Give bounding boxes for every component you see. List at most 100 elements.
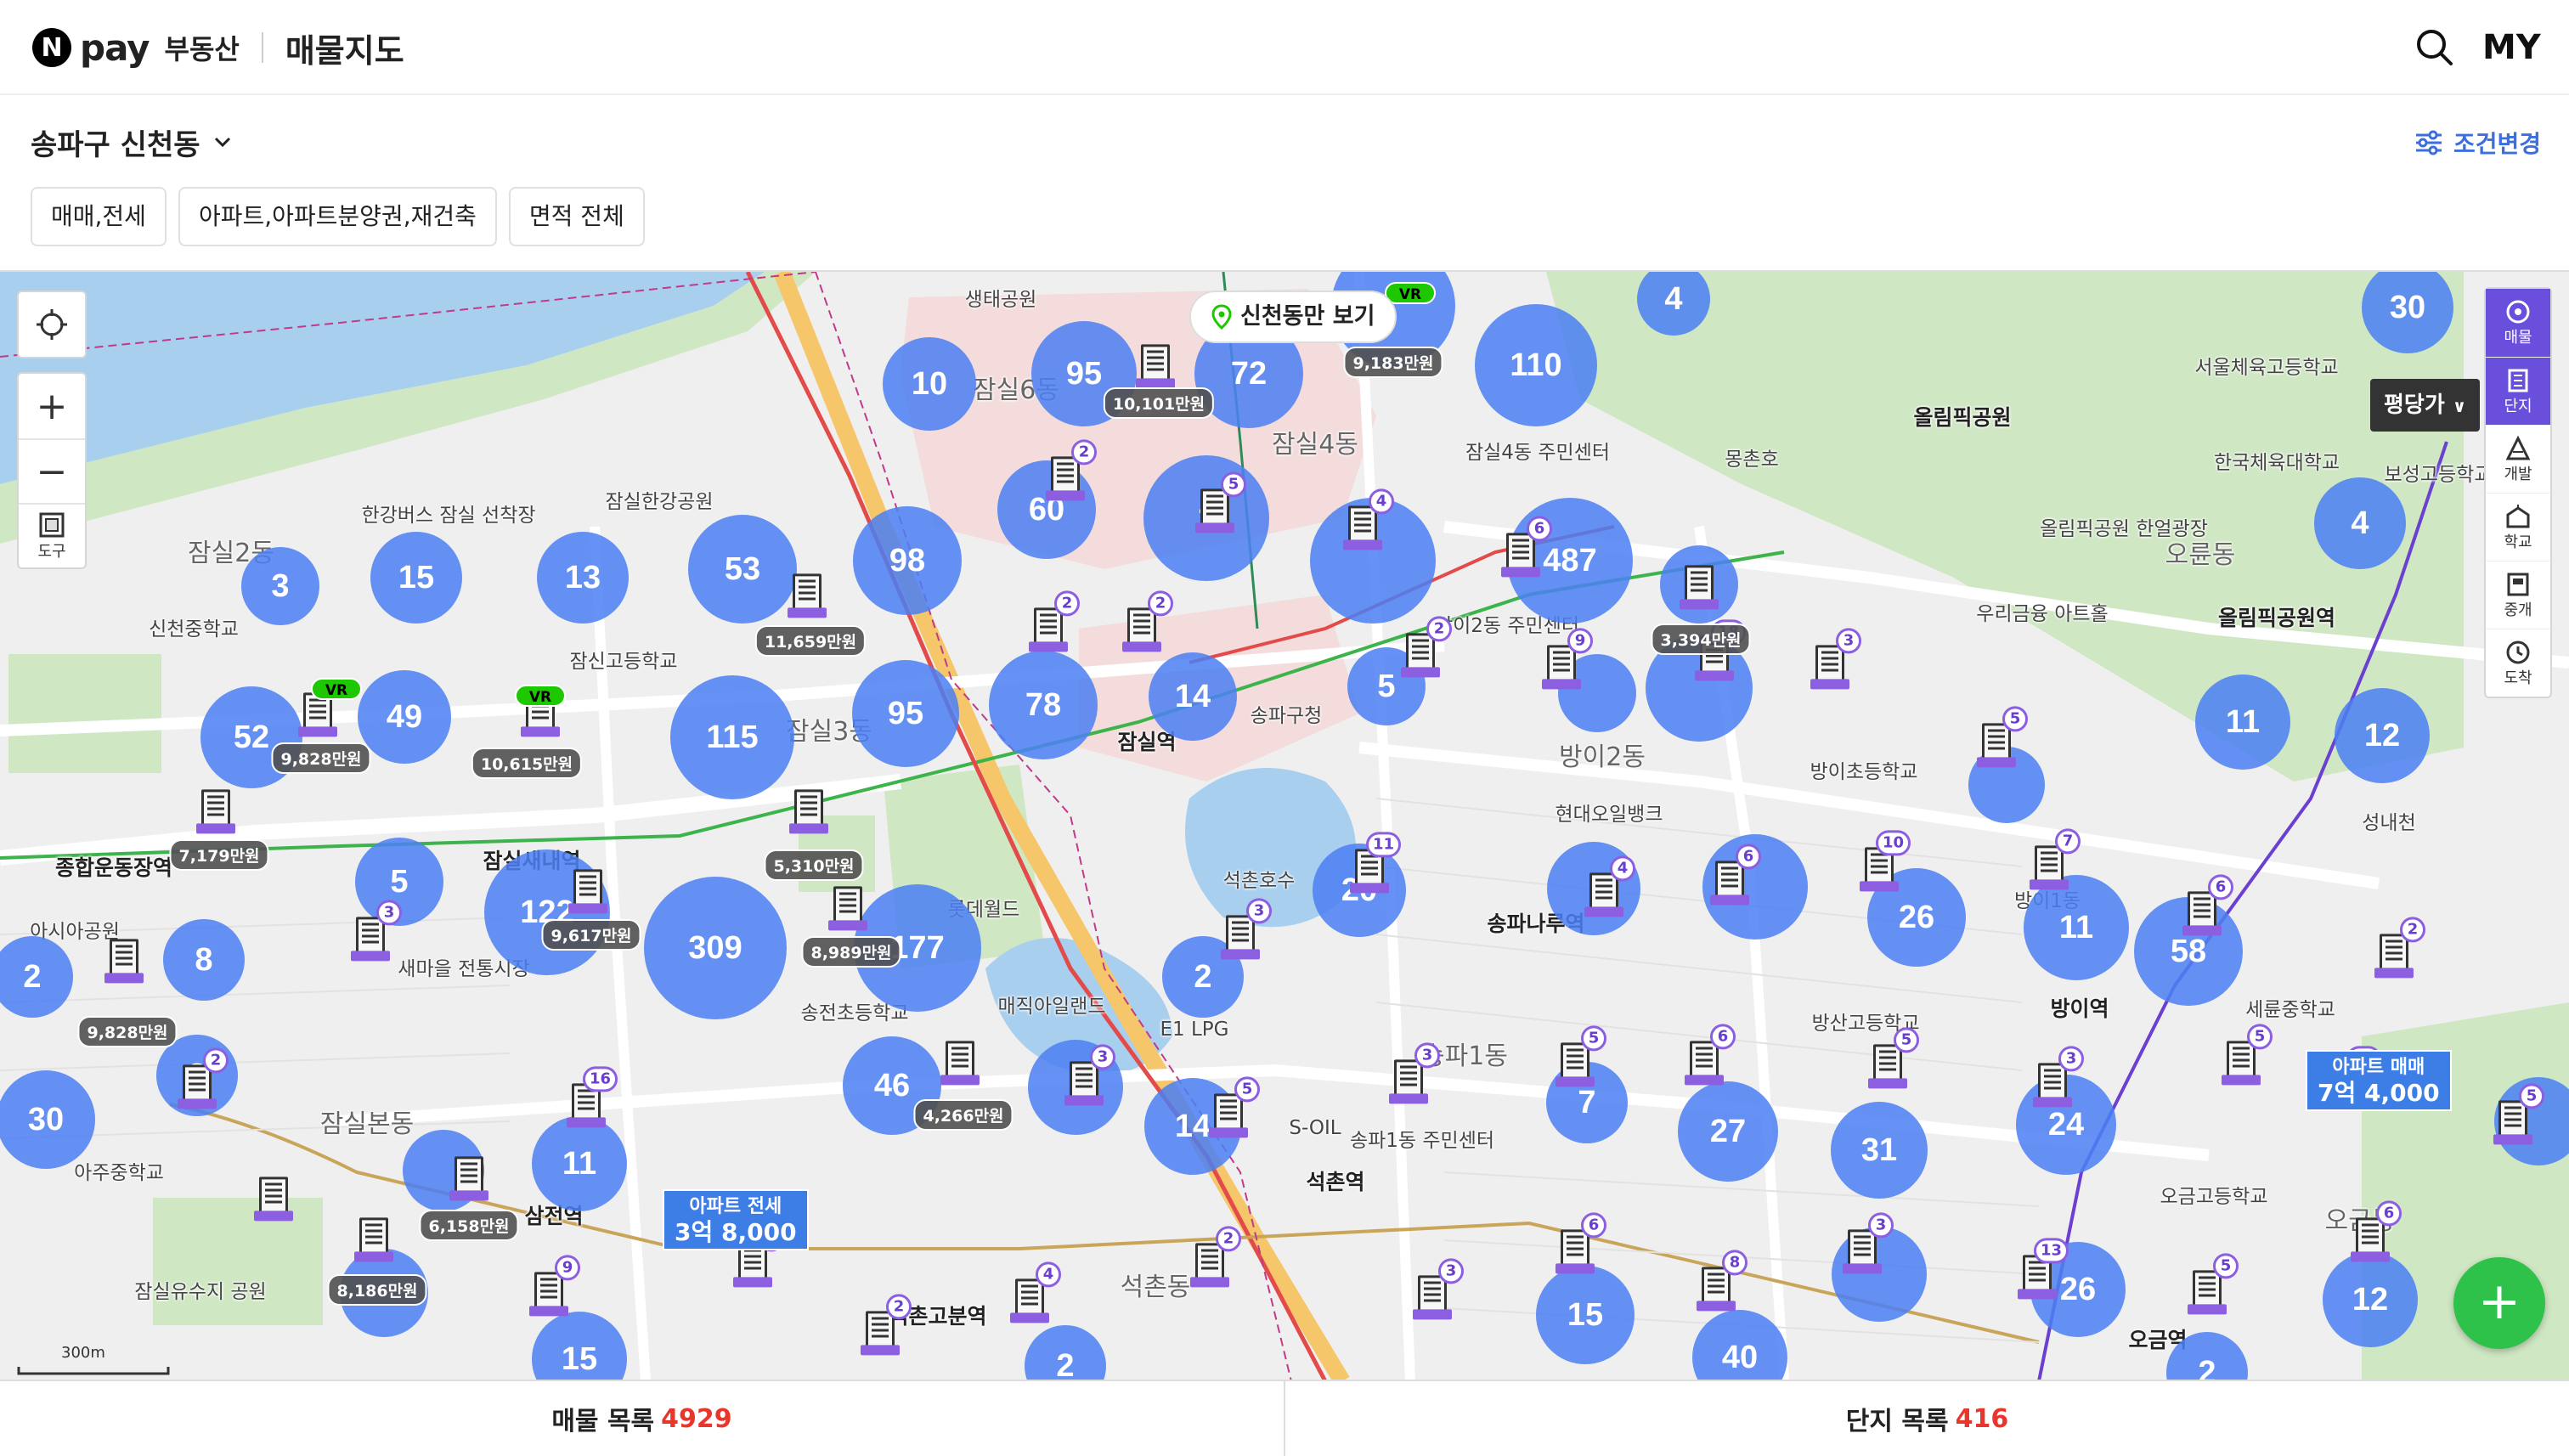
listing-cluster[interactable]: 30 (0, 1070, 95, 1169)
complex-marker[interactable] (828, 881, 867, 931)
complex-marker[interactable] (940, 1036, 980, 1086)
listing-list-tab[interactable]: 매물 목록 4929 (0, 1381, 1284, 1456)
complex-marker[interactable]: 2 (1029, 590, 1080, 652)
pyeong-price-dropdown[interactable]: 평당가 ∨ (2370, 379, 2481, 432)
listing-cluster[interactable]: 98 (853, 506, 962, 615)
listing-cluster[interactable]: 27 (1678, 1081, 1778, 1182)
listing-cluster[interactable]: 11 (2195, 674, 2290, 770)
listing-cluster[interactable]: 309 (644, 877, 787, 1019)
complex-marker[interactable]: 9 (1542, 628, 1593, 690)
complex-marker[interactable] (196, 784, 235, 834)
sale-price-box[interactable]: 아파트 매매 7억 4,000 (2306, 1050, 2452, 1111)
listing-cluster[interactable]: 12 (2335, 688, 2430, 783)
complex-marker[interactable]: 4 (1343, 488, 1394, 550)
complex-marker[interactable]: 2 (2374, 917, 2425, 979)
rail-arrival[interactable]: 도착 (2486, 629, 2550, 697)
complex-marker[interactable]: 3 (1389, 1042, 1440, 1104)
price-bubble[interactable]: 4,266만원 (913, 1099, 1013, 1131)
rail-complex[interactable]: 단지 (2486, 357, 2550, 425)
vr-badge[interactable]: VR (311, 678, 362, 700)
vr-badge[interactable]: VR (515, 685, 566, 707)
complex-marker[interactable]: 9 (529, 1255, 580, 1317)
complex-marker[interactable] (1680, 560, 1719, 610)
complex-marker[interactable]: 2 (1190, 1226, 1241, 1288)
rail-broker[interactable]: 중개 (2486, 561, 2550, 629)
complex-marker[interactable] (1136, 339, 1175, 389)
listing-cluster[interactable]: 3 (241, 547, 319, 625)
chip-area[interactable]: 면적 전체 (508, 187, 645, 246)
listing-cluster[interactable]: 31 (1831, 1102, 1928, 1199)
complex-marker[interactable]: 6 (1501, 516, 1552, 578)
complex-marker[interactable]: 5 (1977, 706, 2028, 768)
rail-school[interactable]: 학교 (2486, 493, 2550, 561)
listing-cluster[interactable]: 15 (1536, 1266, 1635, 1364)
listing-cluster[interactable]: 110 (1475, 304, 1597, 426)
complex-marker[interactable]: 3 (2033, 1046, 2084, 1108)
complex-marker[interactable]: 4 (1010, 1261, 1061, 1323)
price-bubble[interactable]: 11,659만원 (754, 625, 867, 657)
complex-marker[interactable]: 8 (1697, 1250, 1747, 1312)
price-bubble[interactable]: 9,183만원 (1343, 347, 1443, 378)
price-bubble[interactable]: 10,615만원 (471, 748, 583, 779)
complex-marker[interactable] (568, 864, 607, 914)
complex-marker[interactable]: 2 (1401, 616, 1452, 678)
price-bubble[interactable]: 6,158만원 (419, 1210, 519, 1241)
listing-cluster[interactable]: 8 (163, 919, 245, 1001)
listing-cluster[interactable]: 15 (370, 532, 462, 624)
complex-marker[interactable]: 5 (1868, 1027, 1919, 1089)
search-button[interactable] (2411, 24, 2459, 71)
complex-marker[interactable]: 2 (1122, 590, 1173, 652)
listing-cluster[interactable]: 115 (670, 675, 794, 799)
listing-cluster[interactable]: 11 (2024, 875, 2129, 980)
price-bubble[interactable]: 5,310만원 (764, 849, 864, 881)
complex-marker[interactable] (789, 784, 828, 834)
price-bubble[interactable]: 3,394만원 (1651, 624, 1751, 655)
complex-marker[interactable]: 5 (2222, 1024, 2273, 1086)
condition-change-button[interactable]: 조건변경 (2414, 126, 2541, 160)
zoom-out-button[interactable]: − (19, 438, 85, 503)
complex-marker[interactable] (354, 1212, 393, 1262)
complex-marker[interactable]: 4 (1584, 855, 1635, 917)
listing-cluster[interactable]: 11 (532, 1116, 627, 1211)
price-bubble[interactable]: 7,179만원 (169, 839, 269, 871)
tools-button[interactable]: 도구 (19, 503, 85, 567)
complex-marker[interactable]: 16 (567, 1066, 618, 1128)
listing-cluster[interactable]: 78 (989, 651, 1098, 759)
complex-marker[interactable]: 10 (1860, 830, 1911, 892)
jeonse-price-box[interactable]: 아파트 전세 3억 8,000 (663, 1189, 809, 1250)
complex-marker[interactable]: 5 (1556, 1025, 1606, 1087)
complex-marker[interactable]: 5 (1195, 471, 1246, 533)
complex-marker[interactable]: 3 (1810, 628, 1861, 690)
listing-cluster[interactable]: 95 (852, 660, 959, 767)
complex-marker[interactable]: 3 (1843, 1212, 1894, 1274)
listing-cluster[interactable]: 53 (688, 515, 797, 624)
price-bubble[interactable]: 10,101만원 (1103, 387, 1215, 419)
listing-cluster[interactable]: 10 (883, 337, 976, 431)
complex-marker[interactable]: 3 (1064, 1044, 1115, 1106)
complex-marker[interactable]: 2 (1046, 439, 1097, 501)
complex-marker[interactable]: 5 (1209, 1076, 1260, 1138)
complex-marker[interactable] (449, 1151, 488, 1201)
map-canvas[interactable]: 생태공원 잠실6동 잠실4동 몽촌호 올림픽공원 서울체육고등학교 한국체육대학… (0, 270, 2569, 1380)
price-bubble[interactable]: 8,186만원 (327, 1274, 427, 1306)
price-bubble[interactable]: 9,617만원 (541, 919, 641, 951)
complex-marker[interactable]: 7 (2030, 828, 2081, 890)
listing-cluster[interactable]: 13 (537, 532, 629, 624)
price-bubble[interactable]: 8,989만원 (801, 936, 901, 968)
complex-marker[interactable]: 5 (2493, 1083, 2544, 1145)
listing-cluster[interactable]: 14 (1149, 652, 1237, 741)
complex-marker[interactable]: 6 (1685, 1024, 1736, 1086)
price-bubble[interactable]: 9,828만원 (77, 1016, 178, 1047)
listing-cluster[interactable]: 4 (2314, 477, 2406, 569)
zoom-in-button[interactable]: + (19, 374, 85, 438)
complex-marker[interactable] (788, 568, 827, 618)
listing-cluster[interactable]: 12 (2323, 1252, 2418, 1347)
location-selector[interactable]: 송파구 신천동 (31, 121, 233, 163)
my-page-button[interactable]: MY (2482, 25, 2542, 70)
complex-marker[interactable]: 2 (178, 1047, 229, 1109)
listing-cluster[interactable]: 49 (358, 670, 451, 764)
complex-marker[interactable]: 6 (2351, 1200, 2402, 1262)
complex-marker[interactable]: 3 (1221, 898, 1272, 960)
complex-marker[interactable]: 2 (861, 1294, 912, 1356)
brand-logo[interactable]: N pay 부동산 매물지도 (32, 25, 404, 70)
